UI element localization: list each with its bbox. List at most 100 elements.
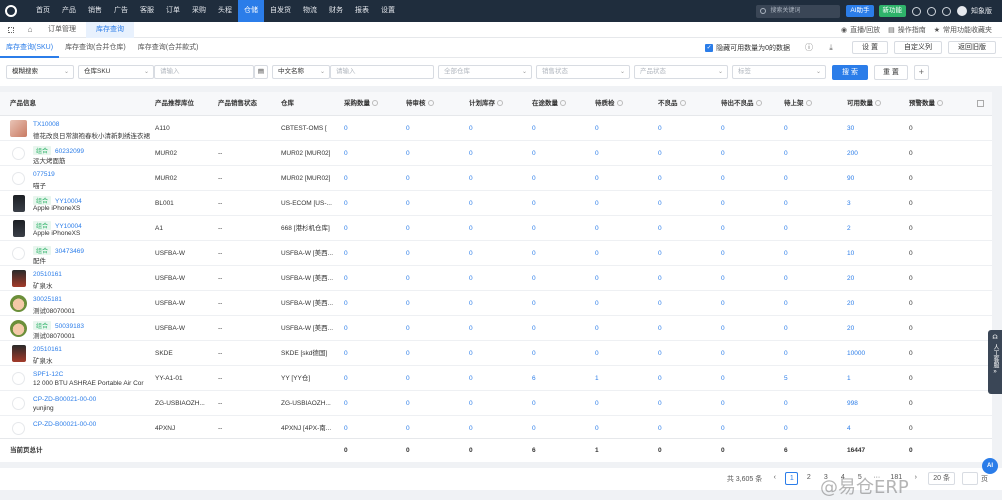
quantity-cell[interactable]: 0 bbox=[344, 116, 348, 141]
tab-inventory-query[interactable]: 库存查询 bbox=[86, 21, 134, 38]
table-row[interactable]: 077519 喵子 MUR02 -- MUR02 [MUR02] 0 0 0 0 0 0 0 0 90 0 bbox=[0, 166, 992, 191]
product-thumbnail[interactable] bbox=[10, 120, 27, 137]
quantity-cell[interactable]: 0 bbox=[784, 316, 788, 341]
headset-icon[interactable] bbox=[927, 6, 936, 16]
quantity-cell[interactable]: 0 bbox=[658, 341, 662, 366]
table-row[interactable]: SPF1-12C 12 000 BTU ASHRAE Portable Air C… bbox=[0, 366, 992, 391]
quantity-cell[interactable]: 3 bbox=[847, 191, 851, 216]
sku-type-select[interactable]: 仓库SKU ⌄ bbox=[78, 65, 154, 79]
nav-item[interactable]: 首页 bbox=[30, 0, 56, 22]
quantity-cell[interactable]: 0 bbox=[909, 241, 913, 266]
table-row[interactable]: 组合 50039183 测试08070001 USFBA-W -- USFBA-W [美西… bbox=[0, 316, 992, 341]
quantity-cell[interactable]: 0 bbox=[344, 316, 348, 341]
quantity-cell[interactable]: 5 bbox=[784, 366, 788, 391]
quantity-cell[interactable]: 0 bbox=[721, 191, 725, 216]
subtab-merge-warehouse[interactable]: 库存查询(合并仓库) bbox=[59, 38, 132, 58]
quantity-cell[interactable]: 0 bbox=[532, 391, 536, 416]
quantity-cell[interactable]: 0 bbox=[595, 391, 599, 416]
product-sku-link[interactable]: TX10008 bbox=[33, 121, 59, 128]
product-sku-link[interactable]: 组合 YY10004 bbox=[33, 196, 82, 205]
table-row[interactable]: 组合 60232099 远大烤面筋 MUR02 -- MUR02 [MUR02] 0 0 0 0 0… bbox=[0, 141, 992, 166]
quantity-cell[interactable]: 0 bbox=[909, 216, 913, 241]
subtab-merge-style[interactable]: 库存查询(合并款式) bbox=[132, 38, 205, 58]
quantity-cell[interactable]: 0 bbox=[909, 191, 913, 216]
product-sku-link[interactable]: 20510161 bbox=[33, 346, 62, 353]
quantity-cell[interactable]: 0 bbox=[344, 141, 348, 166]
quantity-cell[interactable]: 0 bbox=[784, 291, 788, 316]
home-icon[interactable]: ⌂ bbox=[22, 25, 38, 34]
product-thumbnail[interactable] bbox=[13, 195, 25, 212]
quantity-cell[interactable]: 0 bbox=[721, 266, 725, 291]
quantity-cell[interactable]: 0 bbox=[909, 391, 913, 416]
quantity-cell[interactable]: 0 bbox=[532, 316, 536, 341]
quantity-cell[interactable]: 0 bbox=[532, 216, 536, 241]
quantity-cell[interactable]: 0 bbox=[469, 391, 473, 416]
settings-button[interactable]: 设 置 bbox=[852, 41, 888, 54]
quantity-cell[interactable]: 10 bbox=[847, 241, 854, 266]
name-type-select[interactable]: 中文名称 ⌄ bbox=[272, 65, 330, 79]
quantity-cell[interactable]: 0 bbox=[658, 266, 662, 291]
quantity-cell[interactable]: 0 bbox=[721, 141, 725, 166]
quantity-cell[interactable]: 0 bbox=[909, 316, 913, 341]
sale-status-select[interactable]: 销售状态 ⌄ bbox=[536, 65, 630, 79]
quantity-cell[interactable]: 0 bbox=[344, 191, 348, 216]
quantity-cell[interactable]: 0 bbox=[909, 166, 913, 191]
quantity-cell[interactable]: 0 bbox=[595, 116, 599, 141]
table-row[interactable]: CP-ZD-B00021-00-00 yunjing ZG-USBIAOZH... -… bbox=[0, 391, 992, 416]
quantity-cell[interactable]: 0 bbox=[344, 216, 348, 241]
column-header[interactable]: 仓库 bbox=[281, 92, 294, 116]
product-sku-link[interactable]: CP-ZD-B00021-00-00 bbox=[33, 396, 96, 403]
product-thumbnail[interactable] bbox=[10, 295, 27, 312]
video-link[interactable]: 直播/回放 bbox=[850, 25, 880, 35]
nav-item[interactable]: 订单 bbox=[160, 0, 186, 22]
quantity-cell[interactable]: 0 bbox=[406, 366, 410, 391]
name-search-input[interactable]: 请输入 bbox=[330, 65, 434, 79]
product-sku-link[interactable]: 组合 30473469 bbox=[33, 246, 84, 255]
nav-item[interactable]: 广告 bbox=[108, 0, 134, 22]
product-thumbnail[interactable] bbox=[12, 270, 26, 287]
nav-item[interactable]: 产品 bbox=[56, 0, 82, 22]
quantity-cell[interactable]: 0 bbox=[532, 241, 536, 266]
product-thumbnail[interactable] bbox=[12, 372, 25, 385]
guide-link[interactable]: 操作指南 bbox=[898, 25, 926, 35]
quantity-cell[interactable]: 0 bbox=[595, 166, 599, 191]
product-sku-link[interactable]: 30025181 bbox=[33, 296, 62, 303]
quantity-cell[interactable]: 0 bbox=[344, 266, 348, 291]
quantity-cell[interactable]: 0 bbox=[406, 316, 410, 341]
product-sku-link[interactable]: 组合 60232099 bbox=[33, 146, 84, 155]
product-thumbnail[interactable] bbox=[10, 320, 27, 337]
table-row[interactable]: 组合 30473469 配件 USFBA-W -- USFBA-W [美西... 0 0 0 0 0… bbox=[0, 241, 992, 266]
tag-select[interactable]: 标签 ⌄ bbox=[732, 65, 826, 79]
quantity-cell[interactable]: 0 bbox=[909, 141, 913, 166]
quantity-cell[interactable]: 6 bbox=[532, 366, 536, 391]
help-icon[interactable] bbox=[497, 100, 503, 107]
quantity-cell[interactable]: 0 bbox=[406, 266, 410, 291]
quantity-cell[interactable]: 20 bbox=[847, 266, 854, 291]
quantity-cell[interactable]: 0 bbox=[784, 116, 788, 141]
quantity-cell[interactable]: 0 bbox=[595, 316, 599, 341]
product-sku-link[interactable]: CP-ZD-B00021-00-00 bbox=[33, 421, 96, 428]
quantity-cell[interactable]: 0 bbox=[532, 116, 536, 141]
search-button[interactable]: 搜 索 bbox=[832, 64, 868, 80]
subtab-sku[interactable]: 库存查询(SKU) bbox=[0, 38, 60, 58]
reset-button[interactable]: 重 置 bbox=[873, 64, 908, 80]
quantity-cell[interactable]: 200 bbox=[847, 141, 858, 166]
quantity-cell[interactable]: 0 bbox=[721, 316, 725, 341]
column-header[interactable]: 产品信息 bbox=[10, 92, 36, 116]
custom-columns-button[interactable]: 自定义列 bbox=[894, 41, 942, 54]
quantity-cell[interactable]: 0 bbox=[469, 266, 473, 291]
quantity-cell[interactable]: 0 bbox=[784, 216, 788, 241]
bell-icon[interactable] bbox=[942, 6, 951, 16]
quantity-cell[interactable]: 0 bbox=[344, 366, 348, 391]
quantity-cell[interactable]: 0 bbox=[344, 166, 348, 191]
quantity-cell[interactable]: 0 bbox=[406, 116, 410, 141]
column-header[interactable]: 待上架 bbox=[784, 92, 812, 116]
quantity-cell[interactable]: 0 bbox=[909, 291, 913, 316]
column-header[interactable]: 待出不良品 bbox=[721, 92, 762, 116]
quantity-cell[interactable]: 0 bbox=[595, 341, 599, 366]
quantity-cell[interactable]: 0 bbox=[658, 316, 662, 341]
quantity-cell[interactable]: 0 bbox=[406, 216, 410, 241]
table-row[interactable]: 20510161 矿泉水 SKDE -- SKDE [skd德国] 0 0 0 0 0 0 0 0 100… bbox=[0, 341, 992, 366]
table-row[interactable]: TX10008 德花改良日常旗袍春秋小清新刺绣连衣裙 A110 CBTEST-OMS … bbox=[0, 116, 992, 141]
quantity-cell[interactable]: 0 bbox=[469, 341, 473, 366]
